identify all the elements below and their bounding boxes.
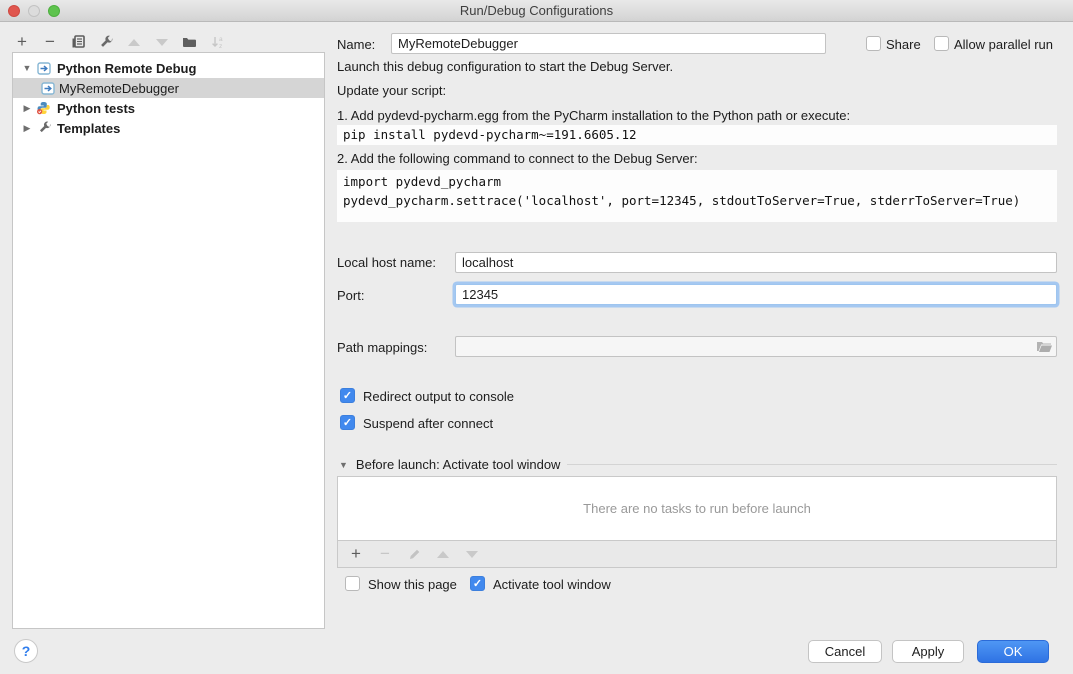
ok-button[interactable]: OK	[977, 640, 1049, 663]
help-button[interactable]: ?	[14, 639, 38, 663]
local-host-name-label: Local host name:	[337, 255, 436, 270]
edit-task-pencil-icon	[406, 546, 422, 562]
section-divider	[567, 464, 1057, 465]
tree-item-templates[interactable]: ▶ Templates	[13, 118, 324, 138]
expand-arrow-icon[interactable]: ▶	[21, 123, 33, 134]
cancel-button[interactable]: Cancel	[808, 640, 882, 663]
description-line-1: Launch this debug configuration to start…	[337, 59, 673, 74]
tree-item-python-tests[interactable]: ▶ Python tests	[13, 98, 324, 118]
remove-configuration-icon[interactable]: −	[42, 34, 58, 50]
settrace-code-block: import pydevd_pycharmpydevd_pycharm.sett…	[337, 170, 1057, 222]
before-launch-empty-text: There are no tasks to run before launch	[338, 477, 1056, 516]
add-task-icon[interactable]: +	[348, 546, 364, 562]
configurations-tree: ▼ Python Remote Debug MyRemoteDebugger ▶…	[12, 52, 325, 629]
local-host-name-input[interactable]	[455, 252, 1057, 273]
remove-task-icon: −	[377, 546, 393, 562]
redirect-output-checkbox[interactable]: ✓	[340, 388, 355, 403]
new-folder-icon[interactable]	[182, 34, 198, 50]
window-title: Run/Debug Configurations	[0, 3, 1073, 18]
before-launch-title: Before launch: Activate tool window	[356, 457, 561, 472]
wrench-icon	[38, 121, 52, 135]
description-line-2: Update your script:	[337, 83, 446, 98]
show-this-page-checkbox[interactable]	[345, 576, 360, 591]
share-checkbox[interactable]	[866, 36, 881, 51]
move-task-up-icon	[435, 546, 451, 562]
remote-debug-icon	[37, 62, 51, 75]
copy-configuration-icon[interactable]	[70, 34, 86, 50]
remote-debug-icon	[41, 82, 55, 95]
tree-item-python-remote-debug[interactable]: ▼ Python Remote Debug	[13, 58, 324, 78]
description-step-1: 1. Add pydevd-pycharm.egg from the PyCha…	[337, 108, 850, 123]
before-launch-task-list[interactable]: There are no tasks to run before launch	[337, 476, 1057, 541]
apply-button[interactable]: Apply	[892, 640, 964, 663]
move-down-icon	[154, 34, 170, 50]
expand-arrow-icon[interactable]: ▶	[21, 103, 33, 114]
move-task-down-icon	[464, 546, 480, 562]
port-label: Port:	[337, 288, 364, 303]
tree-item-label: Python tests	[57, 101, 135, 116]
pip-install-code-block: pip install pydevd-pycharm~=191.6605.12	[337, 125, 1057, 145]
run-debug-configurations-dialog: Run/Debug Configurations + − az ▼ Python…	[0, 0, 1073, 674]
allow-parallel-run-label: Allow parallel run	[954, 37, 1053, 52]
name-label: Name:	[337, 37, 375, 52]
before-launch-header[interactable]: ▼ Before launch: Activate tool window	[339, 457, 560, 472]
python-tests-icon	[36, 101, 51, 115]
suspend-after-connect-label: Suspend after connect	[363, 416, 493, 431]
collapse-arrow-icon[interactable]: ▼	[339, 460, 348, 470]
activate-tool-window-label: Activate tool window	[493, 577, 611, 592]
description-step-2: 2. Add the following command to connect …	[337, 151, 698, 166]
tree-item-label: Templates	[57, 121, 120, 136]
path-mappings-label: Path mappings:	[337, 340, 427, 355]
move-up-icon	[126, 34, 142, 50]
port-input[interactable]	[455, 284, 1057, 305]
tree-item-label: MyRemoteDebugger	[59, 81, 179, 96]
add-configuration-icon[interactable]: +	[14, 34, 30, 50]
share-label: Share	[886, 37, 921, 52]
collapse-arrow-icon[interactable]: ▼	[21, 63, 33, 73]
name-input[interactable]	[391, 33, 826, 54]
path-mappings-input[interactable]	[455, 336, 1057, 357]
allow-parallel-run-checkbox[interactable]	[934, 36, 949, 51]
browse-folder-icon[interactable]	[1036, 340, 1053, 353]
activate-tool-window-checkbox[interactable]: ✓	[470, 576, 485, 591]
title-bar: Run/Debug Configurations	[0, 0, 1073, 22]
before-launch-toolbar: + −	[337, 541, 1057, 568]
svg-text:z: z	[219, 43, 222, 50]
sort-alphabetically-icon: az	[210, 34, 226, 50]
edit-templates-wrench-icon[interactable]	[98, 34, 114, 50]
tree-item-label: Python Remote Debug	[57, 61, 196, 76]
svg-text:a: a	[219, 36, 223, 43]
show-this-page-label: Show this page	[368, 577, 457, 592]
suspend-after-connect-checkbox[interactable]: ✓	[340, 415, 355, 430]
configurations-toolbar: + − az	[14, 32, 226, 52]
redirect-output-label: Redirect output to console	[363, 389, 514, 404]
tree-item-myremotedebugger-selected[interactable]: MyRemoteDebugger	[13, 78, 324, 98]
